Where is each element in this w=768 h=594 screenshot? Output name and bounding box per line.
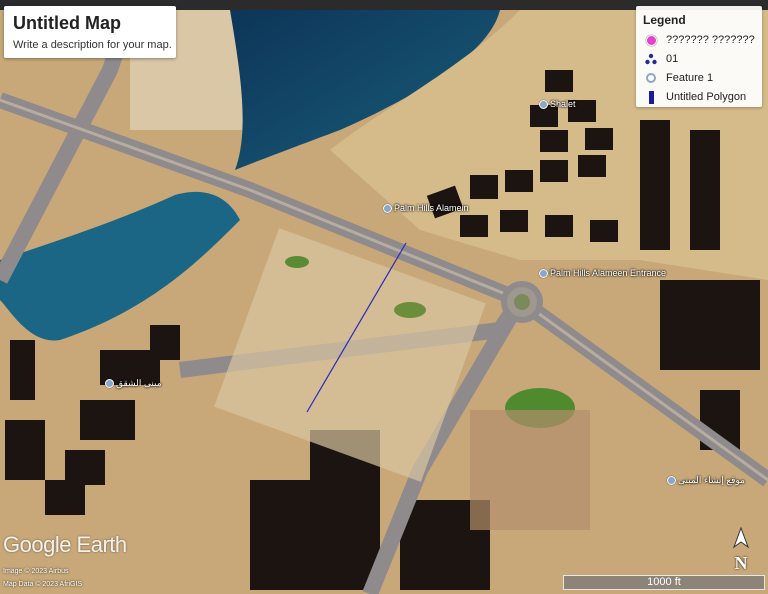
placemark-label: Palm Hills Alameen Entrance (550, 268, 667, 278)
placemark-palm-hills-alamein[interactable]: Palm Hills Alamein (383, 203, 469, 213)
north-arrow-icon[interactable]: N (730, 526, 752, 573)
placemark-arabic-2[interactable]: موقع إنشاء المبنى (667, 475, 745, 486)
map-data-attribution: Map Data © 2023 AfriGIS (3, 581, 83, 588)
placemark-icon (383, 203, 392, 213)
legend-item-label: Feature 1 (666, 72, 714, 84)
scale-bar: 1000 ft (563, 575, 765, 590)
legend-item-label: 01 (666, 53, 679, 65)
legend-item[interactable]: Untitled Polygon (644, 89, 746, 105)
imagery-attribution: Image © 2023 Airbus (3, 568, 69, 575)
placemark-label: مبنى الشقق (116, 378, 162, 388)
placemark-label: Shalet (550, 99, 576, 109)
legend-heading: Legend (643, 13, 686, 27)
legend-item[interactable]: ??????? ??????? (644, 32, 755, 48)
placemark-icon (539, 268, 548, 278)
placemark-label: موقع إنشاء المبنى (678, 475, 745, 485)
legend-item[interactable]: 01 (644, 51, 678, 67)
pink-marker-icon (644, 33, 658, 47)
placemark-shalet[interactable]: Shalet (539, 99, 576, 109)
placemark-icon (644, 71, 658, 85)
legend-panel: Legend ??????? ??????? 01 Feature 1 Unti… (636, 6, 762, 107)
placemark-palm-hills-entrance[interactable]: Palm Hills Alameen Entrance (539, 268, 666, 278)
placemark-arabic-1[interactable]: مبنى الشقق (105, 378, 162, 389)
placemark-label: Palm Hills Alamein (394, 203, 469, 213)
legend-item[interactable]: Feature 1 (644, 70, 713, 86)
placemark-icon (667, 476, 676, 485)
map-title[interactable]: Untitled Map (13, 13, 121, 34)
placemark-icon (105, 379, 114, 388)
map-description[interactable]: Write a description for your map. (13, 39, 172, 51)
google-earth-logo: Google Earth (3, 532, 127, 557)
cluster-icon (644, 52, 658, 66)
polygon-icon (644, 90, 658, 104)
placemark-icon (539, 99, 548, 109)
compass-label: N (734, 553, 748, 573)
map-title-card[interactable]: Untitled Map Write a description for you… (4, 6, 176, 58)
legend-item-label: ??????? ??????? (666, 34, 755, 46)
legend-item-label: Untitled Polygon (666, 91, 747, 103)
